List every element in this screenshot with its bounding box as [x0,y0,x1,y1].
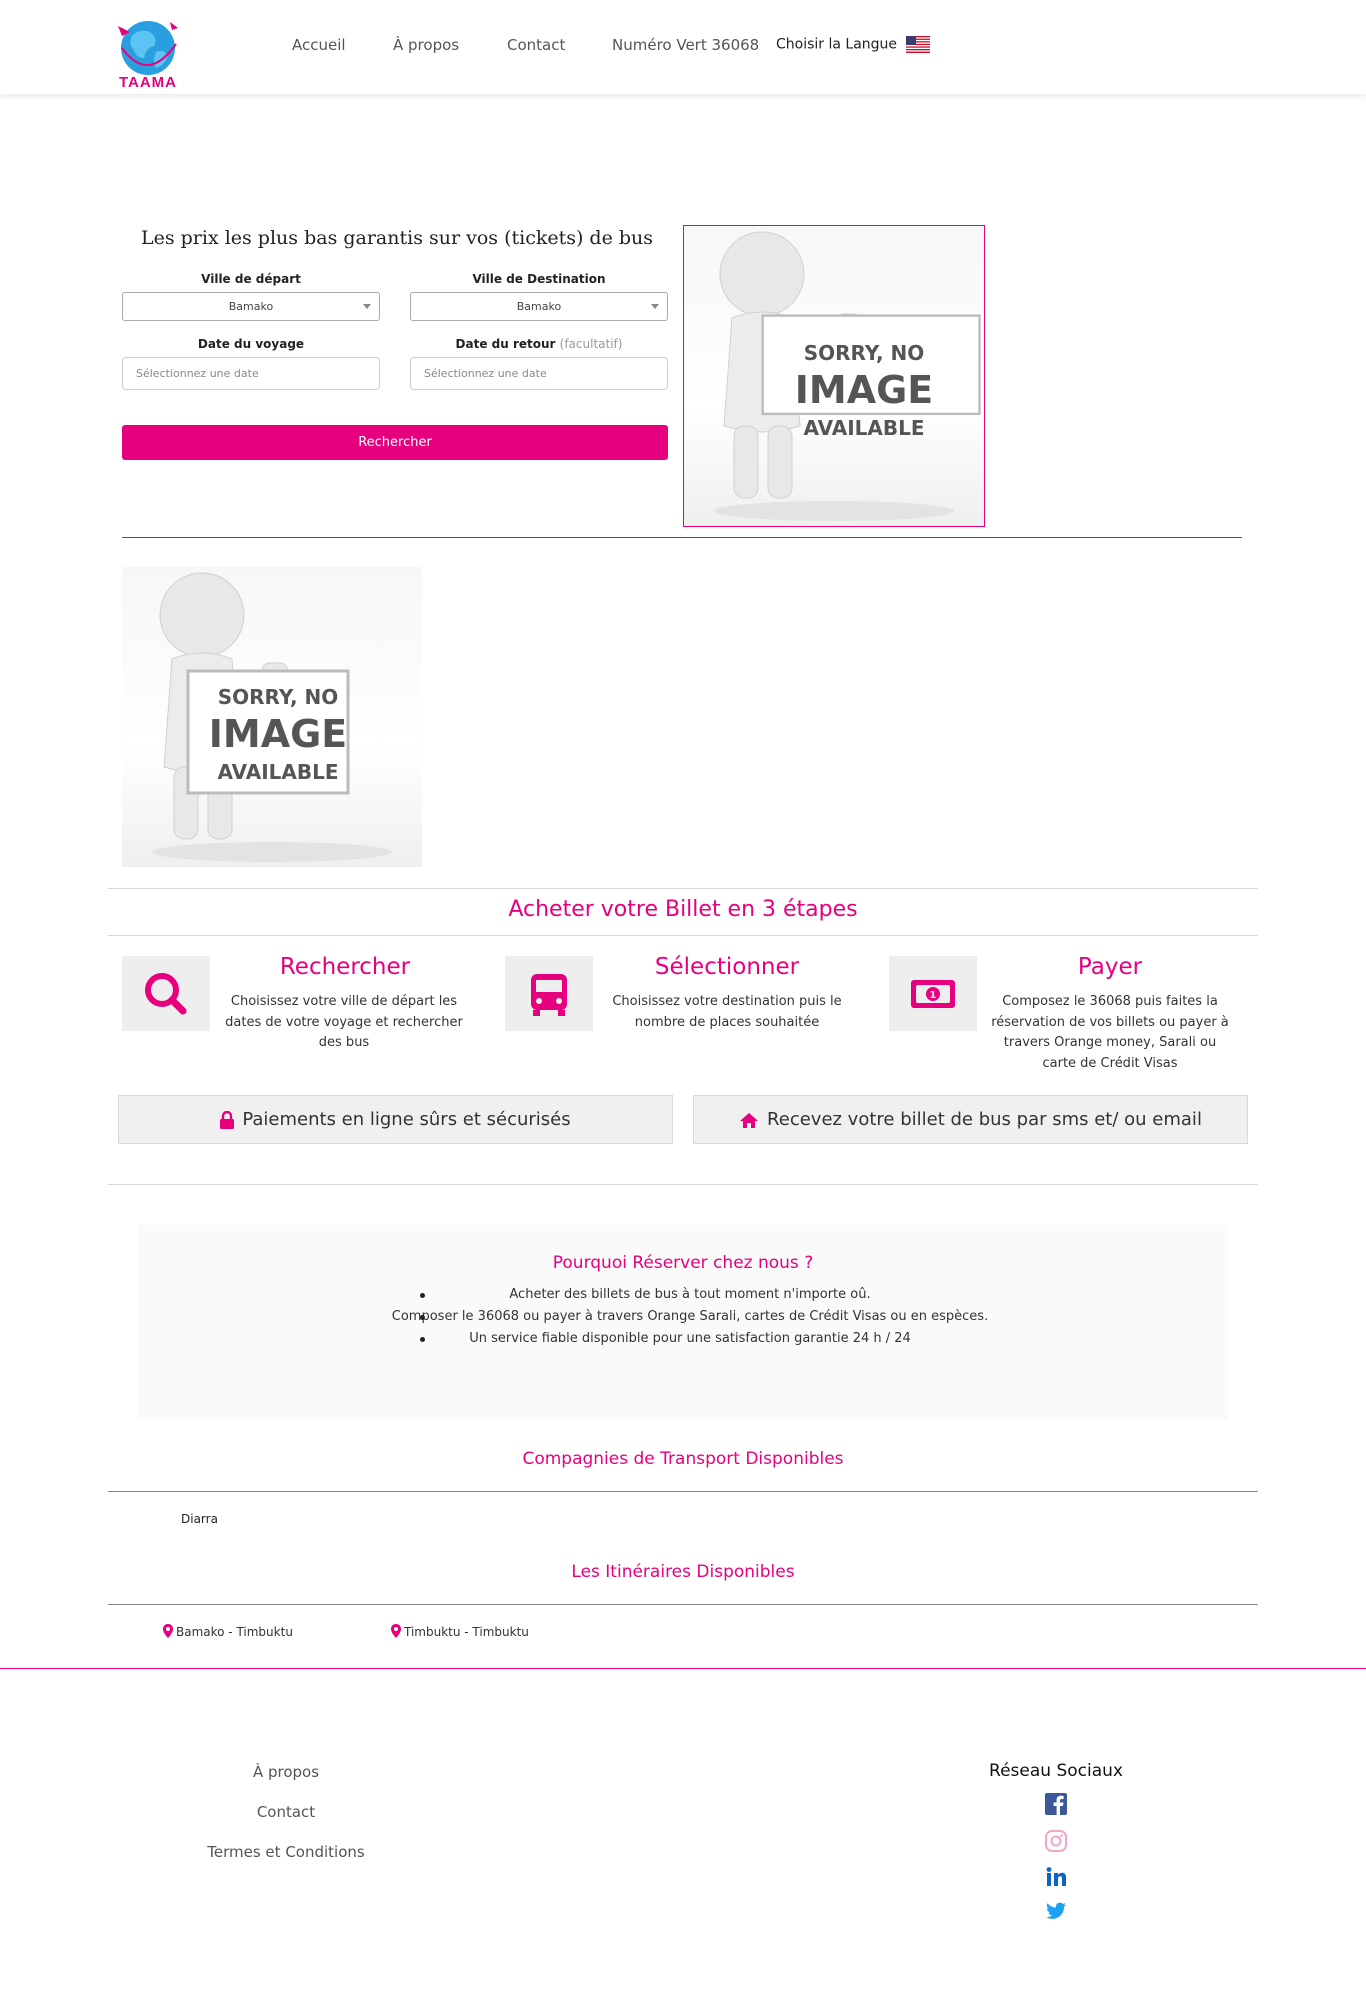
search-title: Les prix les plus bas garantis sur vos (… [140,227,654,249]
companies-title: Compagnies de Transport Disponibles [522,1449,844,1469]
bus-icon [531,974,567,1016]
divider [122,537,1242,538]
language-selector[interactable]: Choisir la Langue [776,36,930,53]
social-title: Réseau Sociaux [989,1761,1123,1781]
nav-contact[interactable]: Contact [507,36,565,54]
promo-placeholder-image: SORRY, NO IMAGE AVAILABLE [122,567,422,867]
nav-a-propos[interactable]: À propos [393,36,459,54]
footer-link-contact[interactable]: Contact [136,1803,436,1821]
step-title: Rechercher [279,954,411,980]
list-item: Acheter des billets de bus à tout moment… [390,1284,990,1306]
travel-date-input[interactable]: Sélectionnez une date [122,357,380,390]
destination-value: Bamako [516,300,562,313]
routes-title: Les Itinéraires Disponibles [571,1562,795,1582]
twitter-link[interactable] [1044,1899,1068,1923]
why-title: Pourquoi Réserver chez nous ? [552,1253,814,1273]
travel-date-label: Date du voyage [197,337,305,351]
route-item[interactable]: Bamako - Timbuktu [163,1624,293,1639]
money-icon: 1 [911,980,955,1008]
step-text: Choisissez votre destination puis le nom… [612,994,842,1030]
return-date-label-text: Date du retour [455,337,556,351]
instagram-link[interactable] [1044,1829,1068,1853]
no-image-line2: IMAGE [794,368,934,412]
footer-link-a-propos[interactable]: À propos [136,1763,436,1781]
why-list: Acheter des billets de bus à tout moment… [390,1284,990,1350]
taama-logo[interactable]: TAAMA [110,18,186,91]
divider [108,1491,1258,1492]
search-button[interactable]: Rechercher [122,425,668,460]
linkedin-link[interactable] [1044,1865,1068,1889]
return-date-input[interactable]: Sélectionnez une date [410,357,668,390]
divider [108,935,1258,936]
no-image-line2: IMAGE [208,712,348,756]
secure-payment-label: Paiements en ligne sûrs et sécurisés [242,1109,571,1130]
no-image-line1: SORRY, NO [803,341,925,365]
route-label: Timbuktu - Timbuktu [404,1625,529,1639]
lock-icon [220,1111,235,1129]
list-item: Composer le 36068 ou payer à travers Ora… [390,1306,990,1328]
footer-divider [0,1668,1366,1669]
destination-select[interactable]: Bamako [410,292,668,321]
no-image-line3: AVAILABLE [217,760,339,784]
search-icon [145,973,187,1015]
svg-text:1: 1 [930,990,937,1001]
step-title: Sélectionner [654,954,800,980]
step-money-icon-box: 1 [889,956,977,1031]
step-title: Payer [1077,954,1143,980]
secure-payment-box: Paiements en ligne sûrs et sécurisés [118,1095,673,1144]
route-label: Bamako - Timbuktu [176,1625,293,1639]
twitter-icon [1046,1902,1066,1919]
language-label: Choisir la Langue [776,36,898,53]
map-pin-icon [163,1624,173,1638]
footer-link-terms[interactable]: Termes et Conditions [136,1843,436,1861]
divider [108,1184,1258,1185]
company-item[interactable]: Diarra [181,1512,218,1526]
nav-accueil[interactable]: Accueil [292,36,346,54]
divider [108,1604,1258,1605]
return-date-optional: (facultatif) [559,337,623,351]
step-bus-icon-box [505,956,593,1031]
us-flag-icon [905,36,930,53]
nav-numero-vert[interactable]: Numéro Vert 36068 [612,36,759,54]
map-pin-icon [391,1624,401,1638]
route-item[interactable]: Timbuktu - Timbuktu [391,1624,529,1639]
chevron-down-icon [651,304,659,309]
list-item: Un service fiable disponible pour une sa… [390,1328,990,1350]
home-icon [740,1112,759,1128]
steps-title: Acheter votre Billet en 3 étapes [508,897,858,922]
departure-value: Bamako [228,300,274,313]
step-search-icon-box [122,956,210,1031]
return-date-label: Date du retour (facultatif) [410,337,668,351]
facebook-link[interactable] [1044,1792,1068,1816]
chevron-down-icon [363,304,371,309]
departure-select[interactable]: Bamako [122,292,380,321]
ad-placeholder-image: SORRY, NO IMAGE AVAILABLE [683,225,985,527]
step-text: Choisissez votre ville de départ les dat… [225,994,463,1050]
destination-label: Ville de Destination [472,272,606,286]
ticket-delivery-box: Recevez votre billet de bus par sms et/ … [693,1095,1248,1144]
ticket-delivery-label: Recevez votre billet de bus par sms et/ … [767,1109,1202,1130]
divider [108,888,1258,889]
departure-label: Ville de départ [201,272,301,286]
no-image-line1: SORRY, NO [217,685,339,709]
instagram-icon [1045,1830,1067,1852]
facebook-icon [1045,1793,1067,1815]
no-image-line3: AVAILABLE [803,416,925,440]
step-text: Composez le 36068 puis faites la réserva… [991,994,1229,1071]
linkedin-icon [1046,1867,1066,1886]
logo-text: TAAMA [118,74,178,91]
